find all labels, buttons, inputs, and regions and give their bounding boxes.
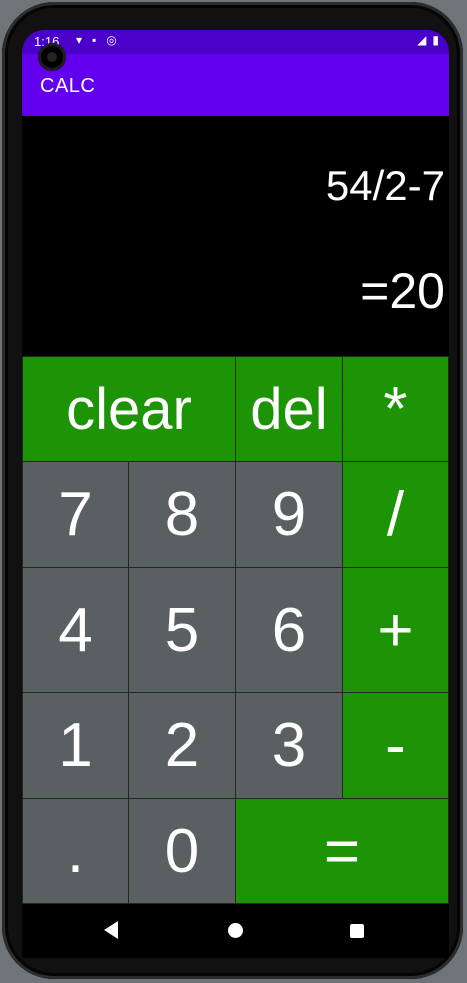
sd-card-icon: ▪ bbox=[92, 33, 97, 47]
digit-3-button[interactable]: 3 bbox=[235, 692, 343, 799]
phone-frame: 1:16 ▾ ▪ ◎ ◢ ▮ CALC 54/2-7 =20 clear del… bbox=[2, 2, 463, 979]
wifi-icon: ▾ bbox=[76, 33, 83, 47]
digit-1-button[interactable]: 1 bbox=[22, 692, 129, 799]
calculator-display: 54/2-7 =20 bbox=[22, 116, 449, 356]
divide-button[interactable]: / bbox=[342, 461, 449, 568]
equals-button[interactable]: = bbox=[235, 798, 449, 904]
digit-7-button[interactable]: 7 bbox=[22, 461, 129, 568]
digit-6-button[interactable]: 6 bbox=[235, 567, 343, 693]
clear-button[interactable]: clear bbox=[22, 356, 236, 462]
status-icons-right: ◢ ▮ bbox=[417, 33, 439, 47]
minus-button[interactable]: - bbox=[342, 692, 449, 799]
battery-icon: ▮ bbox=[432, 33, 439, 47]
back-icon[interactable] bbox=[104, 921, 118, 939]
signal-icon: ◢ bbox=[417, 33, 427, 47]
screen: 1:16 ▾ ▪ ◎ ◢ ▮ CALC 54/2-7 =20 clear del… bbox=[22, 30, 449, 958]
digit-9-button[interactable]: 9 bbox=[235, 461, 343, 568]
digit-0-button[interactable]: 0 bbox=[128, 798, 236, 904]
status-icons-left: ▾ ▪ ◎ bbox=[76, 33, 117, 47]
digit-4-button[interactable]: 4 bbox=[22, 567, 129, 693]
navigation-bar bbox=[22, 904, 449, 958]
app-bar: CALC bbox=[22, 54, 449, 116]
front-camera bbox=[38, 43, 66, 71]
keypad: clear del * 7 8 9 / 4 5 6 + 1 2 3 - . 0 … bbox=[22, 356, 449, 904]
recents-icon[interactable] bbox=[350, 924, 364, 938]
app-title: CALC bbox=[40, 75, 96, 97]
digit-2-button[interactable]: 2 bbox=[128, 692, 236, 799]
digit-5-button[interactable]: 5 bbox=[128, 567, 236, 693]
digit-8-button[interactable]: 8 bbox=[128, 461, 236, 568]
delete-button[interactable]: del bbox=[235, 356, 343, 462]
sync-icon: ◎ bbox=[106, 33, 117, 47]
result-text: =20 bbox=[360, 263, 445, 319]
home-icon[interactable] bbox=[228, 923, 243, 938]
expression-text: 54/2-7 bbox=[325, 162, 445, 209]
decimal-point-button[interactable]: . bbox=[22, 798, 129, 904]
status-bar: 1:16 ▾ ▪ ◎ ◢ ▮ bbox=[22, 30, 449, 54]
plus-button[interactable]: + bbox=[342, 567, 449, 693]
multiply-button[interactable]: * bbox=[342, 356, 449, 462]
